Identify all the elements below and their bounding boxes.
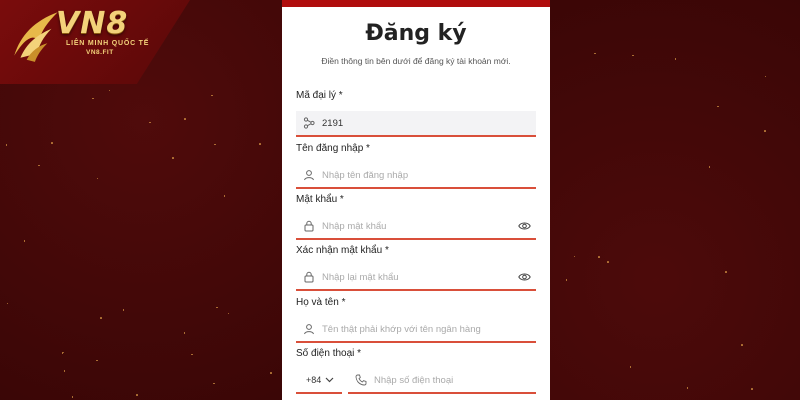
- sparkle-dot: [108, 89, 111, 92]
- country-code-select[interactable]: +84: [296, 368, 342, 394]
- sparkle-dot: [149, 121, 151, 124]
- username-placeholder: Nhập tên đăng nhập: [322, 169, 409, 181]
- sparkle-dot: [61, 352, 64, 355]
- page-title: Đăng ký: [365, 21, 467, 46]
- sparkle-dot: [573, 255, 576, 258]
- sparkle-dot: [741, 344, 744, 346]
- sparkle-dot: [565, 279, 568, 281]
- sparkle-dot: [71, 396, 74, 398]
- brand-domain: VN8.FIT: [86, 49, 114, 56]
- sparkle-dot: [223, 195, 226, 197]
- sparkle-dot: [258, 142, 261, 145]
- sparkle-dot: [751, 387, 753, 390]
- agent-code-label: Mã đại lý *: [296, 90, 343, 101]
- sparkle-dot: [38, 164, 40, 167]
- chevron-down-icon: [325, 375, 334, 385]
- sparkle-dot: [136, 394, 138, 396]
- brand-name: VN8: [56, 6, 129, 41]
- sparkle-dot: [597, 256, 600, 258]
- sparkle-dot: [213, 382, 215, 385]
- phone-icon: [348, 374, 374, 386]
- sparkle-dot: [122, 309, 125, 311]
- full-name-field[interactable]: Tên thật phải khớp với tên ngân hàng: [296, 317, 536, 343]
- sparkle-dot: [725, 271, 727, 273]
- sparkle-dot: [214, 143, 216, 146]
- username-label: Tên đăng nhập *: [296, 143, 370, 154]
- register-card: Đăng ký Điền thông tin bên dưới để đăng …: [282, 0, 550, 400]
- confirm-password-field[interactable]: Nhập lại mật khẩu: [296, 265, 536, 291]
- eye-icon[interactable]: [512, 272, 536, 282]
- lock-icon: [296, 220, 322, 232]
- sparkle-dot: [183, 332, 186, 334]
- password-placeholder: Nhập mật khẩu: [322, 220, 387, 232]
- sparkle-dot: [62, 351, 65, 354]
- agent-code-value: 2191: [322, 117, 344, 129]
- sparkle-dot: [686, 387, 689, 389]
- agent-code-field[interactable]: 2191: [296, 111, 536, 137]
- confirm-password-placeholder: Nhập lại mật khẩu: [322, 271, 399, 283]
- page-subtitle: Điền thông tin bên dưới để đăng ký tài k…: [321, 56, 511, 66]
- share-icon: [296, 117, 322, 129]
- phone-placeholder: Nhập số điện thoại: [374, 374, 454, 386]
- sparkle-dot: [632, 54, 635, 57]
- brand-logo[interactable]: VN8 LIÊN MINH QUỐC TẾ VN8.FIT: [0, 0, 190, 84]
- brand-tagline: LIÊN MINH QUỐC TẾ: [66, 40, 150, 47]
- confirm-password-label: Xác nhận mật khẩu *: [296, 245, 389, 256]
- user-icon: [296, 169, 322, 181]
- sparkle-dot: [227, 312, 230, 315]
- sparkle-dot: [708, 166, 711, 168]
- user-icon: [296, 323, 322, 335]
- sparkle-dot: [96, 359, 98, 362]
- country-code-value: +84: [306, 375, 322, 385]
- password-label: Mật khẩu *: [296, 194, 344, 205]
- full-name-placeholder: Tên thật phải khớp với tên ngân hàng: [322, 323, 481, 335]
- sparkle-dot: [190, 353, 193, 356]
- sparkle-dot: [172, 157, 174, 160]
- sparkle-dot: [717, 105, 719, 108]
- sparkle-dot: [216, 306, 218, 309]
- sparkle-dot: [184, 118, 186, 120]
- phone-field[interactable]: Nhập số điện thoại: [348, 368, 536, 394]
- sparkle-dot: [674, 58, 677, 60]
- sparkle-dot: [96, 177, 99, 180]
- phone-label: Số điện thoại *: [296, 348, 362, 359]
- sparkle-dot: [100, 317, 102, 319]
- sparkle-dot: [211, 94, 213, 97]
- sparkle-dot: [607, 261, 609, 263]
- sparkle-dot: [63, 370, 66, 373]
- password-field[interactable]: Nhập mật khẩu: [296, 214, 536, 240]
- sparkle-dot: [629, 365, 632, 368]
- sparkle-dot: [5, 143, 8, 146]
- sparkle-dot: [6, 302, 9, 305]
- username-field[interactable]: Nhập tên đăng nhập: [296, 163, 536, 189]
- sparkle-dot: [764, 129, 766, 132]
- sparkle-dot: [764, 75, 767, 78]
- sparkle-dot: [23, 240, 26, 242]
- eye-icon[interactable]: [512, 221, 536, 231]
- sparkle-dot: [594, 52, 597, 55]
- sparkle-dot: [270, 372, 272, 374]
- sparkle-dot: [51, 142, 53, 144]
- lock-icon: [296, 271, 322, 283]
- sparkle-dot: [92, 97, 94, 100]
- full-name-label: Họ và tên *: [296, 297, 346, 308]
